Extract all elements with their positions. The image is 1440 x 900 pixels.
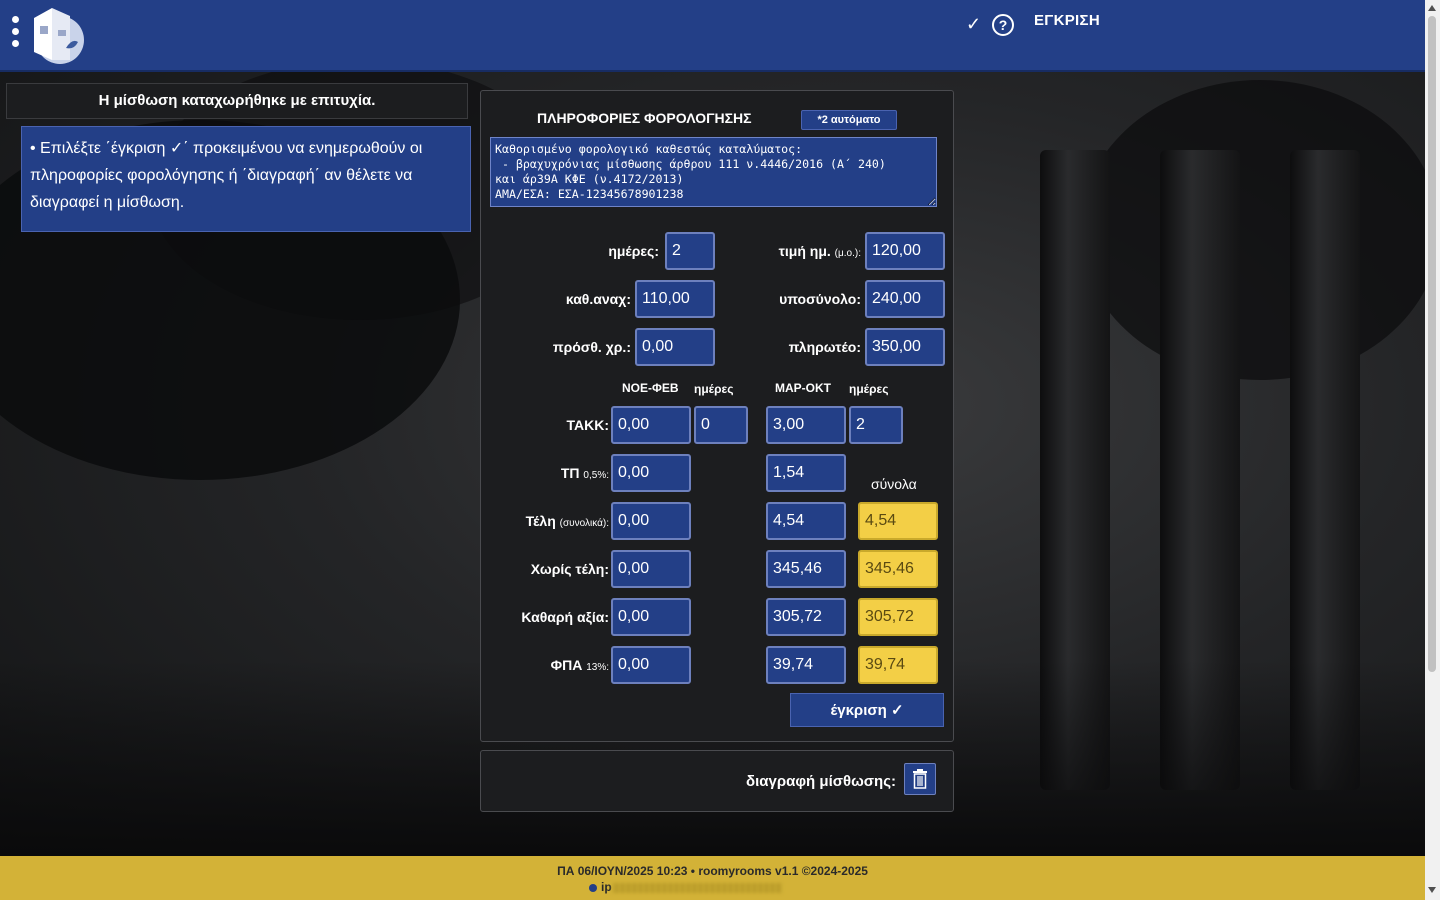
net-value-nov-feb-input[interactable] [611,598,691,636]
tree-silhouette [1080,80,1440,380]
trash-icon[interactable] [904,763,936,795]
row-label: Καθαρή αξία: [521,609,609,625]
scroll-thumb[interactable] [1428,16,1436,672]
row-label: Τέλη (συνολικά): [525,513,609,529]
tax-status-textarea[interactable]: Καθορισμένο φορολογικό καθεστώς καταλύμα… [490,137,937,207]
no-fees-mar-oct-input[interactable] [766,550,846,588]
totals-label: σύνολα [871,476,917,492]
footer-ip: ip [589,880,782,894]
top-bar: ✓ ? ΕΓΚΡΙΣΗ [0,0,1425,72]
instruction-box: • Επιλέξτε ΄έγκριση ✓΄ προκειμένου να εν… [21,126,471,232]
tp-mar-oct-input[interactable] [766,454,846,492]
tp-nov-feb-input[interactable] [611,454,691,492]
price-per-day-input[interactable] [865,232,945,270]
no-fees-nov-feb-input[interactable] [611,550,691,588]
cleaning-input[interactable] [635,280,715,318]
col-days-2: ημέρες [849,382,889,396]
vat-total-input[interactable] [858,646,938,684]
row-label: ΤΑΚΚ: [566,417,609,433]
kebab-menu-icon[interactable] [8,16,22,48]
header-approve-button[interactable]: ΕΓΚΡΙΣΗ [1034,12,1100,29]
help-icon[interactable]: ? [992,14,1014,36]
scroll-up-icon[interactable] [1428,5,1436,11]
vat-nov-feb-input[interactable] [611,646,691,684]
row-label: ΦΠΑ 13%: [550,657,609,673]
extra-charges-input[interactable] [635,328,715,366]
auto-badge[interactable]: *2 αυτόματο [801,110,897,130]
fees-total-input[interactable] [858,502,938,540]
panel-title: ΠΛΗΡΟΦΟΡΙΕΣ ΦΟΡΟΛΟΓΗΣΗΣ [537,110,752,126]
vat-mar-oct-input[interactable] [766,646,846,684]
fees-nov-feb-input[interactable] [611,502,691,540]
check-icon[interactable]: ✓ [966,14,981,35]
takk-mar-oct-days-input[interactable] [849,406,903,444]
payable-label: πληρωτέο: [788,339,861,355]
success-message: Η μίσθωση καταχωρήθηκε με επιτυχία. [6,83,468,119]
col-nov-feb: ΝΟΕ-ΦΕΒ [622,381,679,395]
scroll-down-icon[interactable] [1428,887,1436,893]
fees-mar-oct-input[interactable] [766,502,846,540]
delete-panel: διαγραφή μίσθωσης: [480,750,954,812]
page-scrollbar[interactable] [1425,0,1440,900]
footer-status: ΠΑ 06/ΙΟΥΝ/2025 10:23 • roomyrooms v1.1 … [557,864,868,878]
col-days-1: ημέρες [694,382,734,396]
cleaning-label: καθ.αναχ: [565,291,631,307]
net-value-total-input[interactable] [858,598,938,636]
price-label: τιμή ημ. (μ.ο.): [778,243,861,259]
approve-button[interactable]: έγκριση ✓ [790,693,944,727]
extra-charges-label: πρόσθ. χρ.: [552,339,631,355]
footer-bar: ΠΑ 06/ΙΟΥΝ/2025 10:23 • roomyrooms v1.1 … [0,856,1425,900]
takk-nov-feb-input[interactable] [611,406,691,444]
net-value-mar-oct-input[interactable] [766,598,846,636]
status-dot-icon [589,883,597,892]
no-fees-total-input[interactable] [858,550,938,588]
row-label: ΤΠ 0,5%: [560,465,609,481]
days-label: ημέρες: [608,243,659,259]
takk-nov-feb-days-input[interactable] [694,406,748,444]
app-logo[interactable] [30,4,84,66]
subtotal-input[interactable] [865,280,945,318]
row-label: Χωρίς τέλη: [530,561,609,577]
payable-input[interactable] [865,328,945,366]
col-mar-oct: ΜΑΡ-ΟΚΤ [775,381,831,395]
takk-mar-oct-input[interactable] [766,406,846,444]
tax-info-panel: ΠΛΗΡΟΦΟΡΙΕΣ ΦΟΡΟΛΟΓΗΣΗΣ *2 αυτόματο Καθο… [480,90,954,742]
redacted-ip [611,882,782,893]
days-input[interactable] [665,232,715,270]
subtotal-label: υποσύνολο: [779,291,861,307]
delete-label: διαγραφή μίσθωσης: [746,773,896,790]
